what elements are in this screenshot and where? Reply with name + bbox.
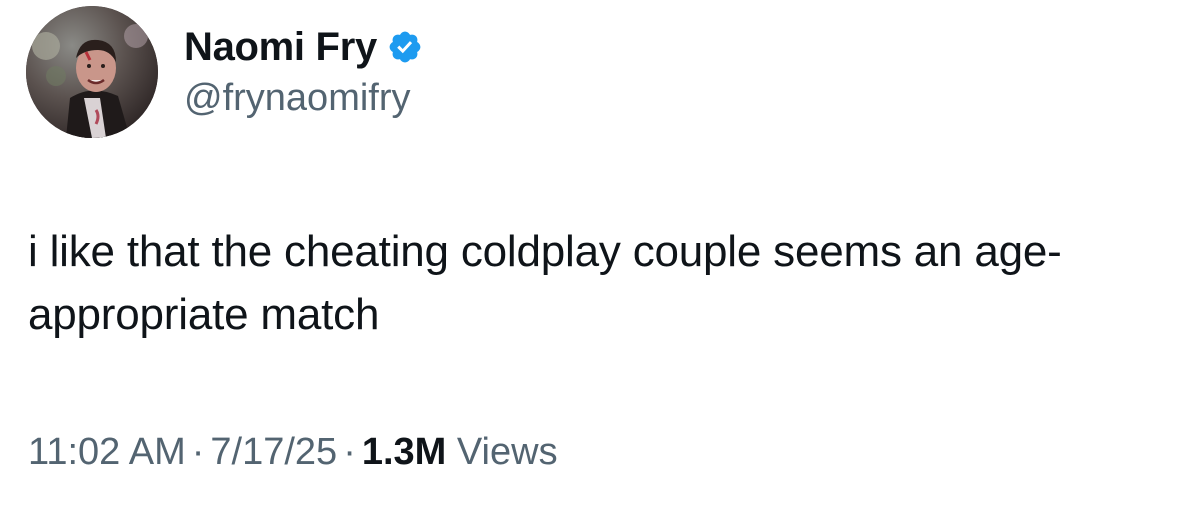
verified-badge-icon xyxy=(387,29,423,65)
tweet-header: Naomi Fry @frynaomifry xyxy=(26,6,423,138)
meta-separator: · xyxy=(191,431,205,473)
tweet-time[interactable]: 11:02 AM xyxy=(28,431,186,473)
tweet-text: i like that the cheating coldplay couple… xyxy=(28,227,1062,339)
avatar-photo xyxy=(26,6,158,138)
tweet-date[interactable]: 7/17/25 xyxy=(210,431,337,473)
display-name[interactable]: Naomi Fry xyxy=(184,23,377,71)
author-identity: Naomi Fry @frynaomifry xyxy=(184,6,423,138)
name-row: Naomi Fry xyxy=(184,23,423,71)
meta-separator: · xyxy=(343,431,356,473)
tweet-card: Naomi Fry @frynaomifry i like that the c… xyxy=(0,0,1179,508)
avatar[interactable] xyxy=(26,6,158,138)
user-handle[interactable]: @frynaomifry xyxy=(184,75,423,121)
views-count[interactable]: 1.3M xyxy=(362,431,446,473)
tweet-meta: 11:02 AM · 7/17/25 · 1.3M Views xyxy=(28,428,558,476)
views-label: Views xyxy=(456,431,558,473)
